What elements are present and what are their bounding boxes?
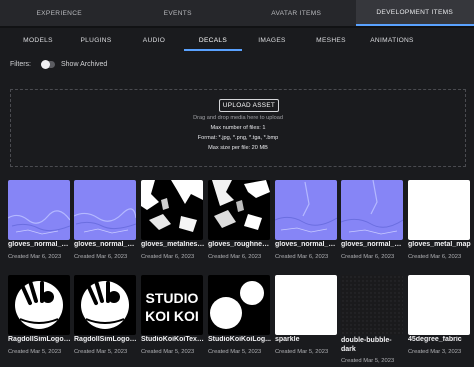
formats-text: Format: *.jpg, *.png, *.tga, *.bmp [197, 135, 279, 141]
asset-name[interactable]: double-bubble-dark [341, 336, 405, 354]
asset-name[interactable]: gloves_normal_m... [341, 241, 405, 248]
logo-line-2: KOI KOI [145, 308, 199, 324]
asset-name[interactable]: gloves_roughness... [208, 241, 272, 248]
asset-name[interactable]: RagdollSimLogo_... [8, 336, 72, 343]
asset-thumbnail[interactable] [275, 275, 337, 335]
asset-date: Created Mar 5, 2023 [208, 349, 262, 355]
asset-name[interactable]: gloves_normal_m... [74, 241, 138, 248]
asset-thumbnail[interactable] [208, 275, 270, 335]
asset-thumbnail[interactable]: STUDIO KOI KOI [141, 275, 203, 335]
asset-date: Created Mar 5, 2023 [341, 358, 395, 364]
ragdoll-sim-logo [15, 279, 63, 329]
active-tab-indicator [184, 49, 242, 51]
tab-avatar-items[interactable]: AVATAR ITEMS [237, 0, 356, 26]
tab-divider [0, 26, 474, 28]
tab-development-items[interactable]: DEVELOPMENT ITEMS [355, 0, 474, 26]
dropzone-hint: Drag and drop media here to upload [193, 115, 283, 121]
asset-thumbnail[interactable] [74, 275, 136, 335]
filters-label: Filters: [10, 60, 31, 68]
asset-name[interactable]: gloves_metalness... [141, 241, 205, 248]
toggle-knob [41, 59, 50, 69]
koikoi-circles-logo [210, 281, 264, 329]
asset-name[interactable]: StudioKoiKoiLog... [208, 336, 272, 343]
asset-thumbnail[interactable] [8, 180, 70, 240]
asset-thumbnail[interactable] [408, 275, 470, 335]
asset-date: Created Mar 6, 2023 [74, 254, 128, 260]
tab-plugins[interactable]: PLUGINS [72, 30, 120, 52]
asset-name[interactable]: gloves_metal_map [408, 241, 472, 248]
upload-asset-button[interactable]: UPLOAD ASSET [219, 99, 279, 112]
asset-thumbnail[interactable] [208, 180, 270, 240]
asset-thumbnail[interactable] [408, 180, 470, 240]
tab-images[interactable]: IMAGES [248, 30, 296, 52]
asset-type-tabs: MODELS PLUGINS AUDIO DECALS IMAGES MESHE… [0, 30, 474, 52]
asset-date: Created Mar 5, 2023 [275, 349, 329, 355]
asset-thumbnail[interactable] [341, 275, 403, 335]
asset-date: Created Mar 5, 2023 [8, 349, 62, 355]
max-files-text: Max number of files: 1 [210, 125, 266, 131]
asset-name[interactable]: sparkle [275, 336, 339, 343]
filters-row: Filters: Show Archived [10, 56, 107, 72]
tab-events[interactable]: EVENTS [119, 0, 238, 26]
asset-name[interactable]: gloves_normal_m... [8, 241, 72, 248]
asset-name[interactable]: 45degree_fabric [408, 336, 472, 343]
max-size-text: Max size per file: 20 MB [208, 145, 268, 151]
show-archived-toggle[interactable] [41, 59, 55, 69]
asset-date: Created Mar 3, 2023 [408, 349, 462, 355]
tab-experience[interactable]: EXPERIENCE [0, 0, 119, 26]
asset-date: Created Mar 6, 2023 [341, 254, 395, 260]
asset-date: Created Mar 5, 2023 [74, 349, 128, 355]
asset-thumbnail[interactable] [74, 180, 136, 240]
asset-name[interactable]: StudioKoiKoiText... [141, 336, 205, 343]
tab-audio[interactable]: AUDIO [132, 30, 176, 52]
asset-thumbnail[interactable] [8, 275, 70, 335]
tab-meshes[interactable]: MESHES [306, 30, 356, 52]
asset-thumbnail[interactable] [141, 180, 203, 240]
asset-date: Created Mar 6, 2023 [8, 254, 62, 260]
studio-koikoi-text-logo: STUDIO KOI KOI [145, 290, 199, 324]
tab-animations[interactable]: ANIMATIONS [362, 30, 422, 52]
asset-name[interactable]: gloves_normal_m... [275, 241, 339, 248]
upload-dropzone[interactable]: UPLOAD ASSET Drag and drop media here to… [10, 89, 466, 167]
asset-date: Created Mar 6, 2023 [275, 254, 329, 260]
show-archived-label: Show Archived [61, 60, 108, 68]
asset-date: Created Mar 6, 2023 [141, 254, 195, 260]
top-tabs: EXPERIENCE EVENTS AVATAR ITEMS DEVELOPME… [0, 0, 474, 26]
asset-date: Created Mar 5, 2023 [141, 349, 195, 355]
asset-thumbnail[interactable] [275, 180, 337, 240]
ragdoll-sim-logo [81, 279, 129, 329]
tab-models[interactable]: MODELS [14, 30, 62, 52]
asset-date: Created Mar 6, 2023 [208, 254, 262, 260]
asset-date: Created Mar 6, 2023 [408, 254, 462, 260]
asset-name[interactable]: RagdollSimLogo_... [74, 336, 138, 343]
asset-thumbnail[interactable] [341, 180, 403, 240]
logo-line-1: STUDIO [146, 290, 199, 306]
